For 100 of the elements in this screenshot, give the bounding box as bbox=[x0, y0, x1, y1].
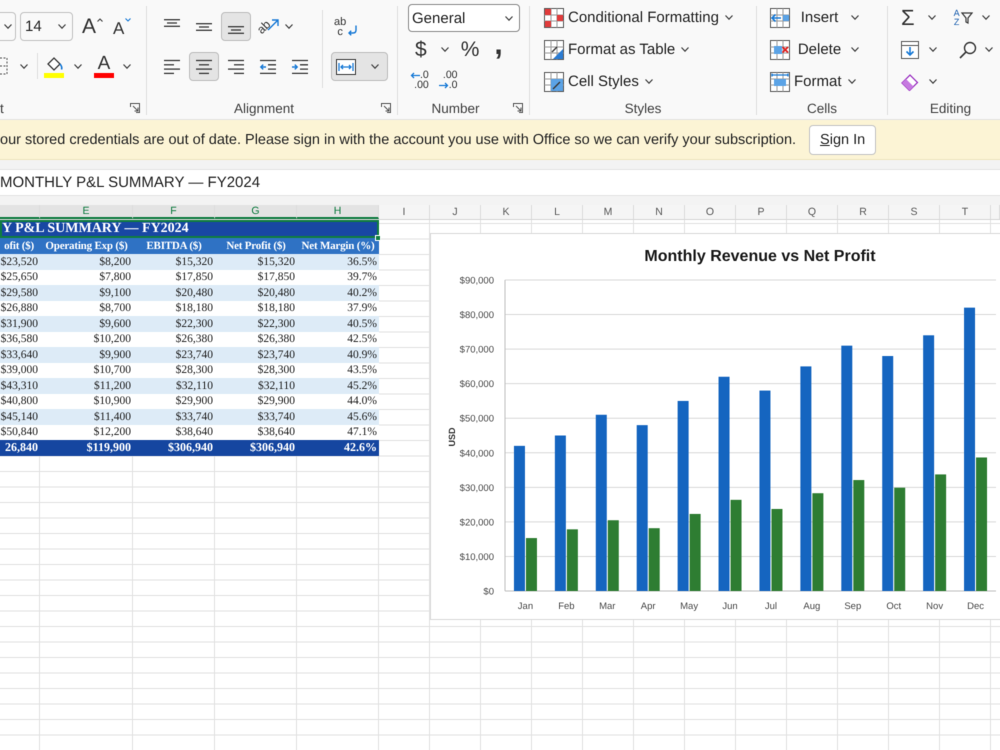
increase-decimal-button[interactable]: .00 .0 bbox=[438, 70, 458, 90]
axis-tick-label: $60,000 bbox=[460, 379, 494, 390]
table-cell: $7,800 bbox=[40, 270, 133, 285]
eraser-icon bbox=[901, 72, 919, 90]
table-cell: 39.7% bbox=[297, 270, 379, 285]
column-header[interactable]: Q bbox=[787, 205, 838, 219]
font-color-button[interactable]: A bbox=[94, 52, 131, 80]
group-label: t bbox=[0, 100, 4, 116]
currency-button[interactable]: $ bbox=[415, 38, 449, 60]
fill-handle[interactable] bbox=[375, 235, 381, 241]
align-center-icon bbox=[195, 58, 213, 74]
table-cell: $10,900 bbox=[40, 394, 133, 409]
table-cell: $33,640 bbox=[0, 347, 40, 362]
group-label: Alignment bbox=[232, 100, 296, 116]
sort-filter-button[interactable]: A Z bbox=[954, 8, 990, 26]
format-button[interactable]: Format bbox=[770, 67, 856, 96]
category-label: Nov bbox=[926, 601, 944, 612]
align-bottom-button[interactable] bbox=[221, 12, 251, 41]
category-label: May bbox=[680, 601, 698, 612]
grow-font-button[interactable]: A bbox=[82, 12, 104, 41]
dialog-launcher-icon[interactable] bbox=[130, 103, 140, 113]
column-header[interactable]: P bbox=[736, 205, 787, 219]
borders-icon bbox=[0, 57, 8, 75]
group-label: Styles bbox=[624, 100, 662, 116]
category-label: Jan bbox=[518, 601, 534, 612]
column-header[interactable]: M bbox=[583, 205, 634, 219]
cell-styles-button[interactable]: Cell Styles bbox=[544, 67, 653, 96]
column-header[interactable]: K bbox=[481, 205, 532, 219]
table-cell: $31,900 bbox=[0, 316, 40, 332]
table-cell: $17,850 bbox=[133, 270, 215, 285]
table-cell: 40.9% bbox=[297, 347, 379, 362]
column-header[interactable]: N bbox=[634, 205, 685, 219]
comma-style-button[interactable]: , bbox=[494, 37, 503, 61]
shrink-font-button[interactable]: A bbox=[113, 12, 132, 41]
dialog-launcher-icon[interactable] bbox=[381, 103, 391, 113]
category-label: Sep bbox=[844, 601, 862, 612]
caret-icon bbox=[4, 24, 12, 29]
grid-cross-icon bbox=[770, 40, 790, 60]
column-header[interactable]: E bbox=[40, 205, 133, 219]
column-header[interactable]: G bbox=[215, 205, 297, 219]
font-name-dropdown[interactable] bbox=[0, 12, 16, 41]
merge-center-button[interactable] bbox=[331, 52, 388, 81]
table-cell: $23,740 bbox=[133, 347, 215, 362]
group-label: Editing bbox=[928, 100, 972, 116]
right-arrow-icon bbox=[438, 82, 449, 88]
axis-tick-label: $30,000 bbox=[460, 482, 494, 494]
table-button[interactable]: Format as Table bbox=[544, 35, 690, 64]
align-left-icon bbox=[163, 58, 181, 74]
table-cell: $18,180 bbox=[133, 300, 215, 316]
table-cell: $17,850 bbox=[215, 270, 297, 285]
category-label: Feb bbox=[558, 601, 575, 612]
column-header[interactable]: L bbox=[532, 205, 583, 219]
table-cell: 47.1% bbox=[297, 424, 379, 440]
column-header[interactable]: I bbox=[379, 205, 430, 219]
table-cell: $15,320 bbox=[215, 254, 297, 270]
search-icon bbox=[959, 40, 977, 58]
column-header[interactable]: S bbox=[889, 205, 940, 219]
category-label: Oct bbox=[886, 601, 902, 612]
orientation-button[interactable]: ab bbox=[255, 12, 294, 41]
table-cell: $9,900 bbox=[40, 347, 133, 362]
column-header[interactable]: O bbox=[685, 205, 736, 219]
delete-button[interactable]: Delete bbox=[770, 35, 859, 64]
find-button[interactable] bbox=[959, 40, 993, 58]
worksheet-grid[interactable] bbox=[0, 220, 1000, 750]
table-cell: $10,700 bbox=[40, 362, 133, 378]
clear-button[interactable] bbox=[901, 72, 937, 90]
caret-icon bbox=[851, 47, 859, 52]
column-header[interactable]: R bbox=[838, 205, 889, 219]
sign-in-button[interactable]: Sign In bbox=[809, 124, 876, 154]
caret-icon bbox=[929, 47, 937, 52]
merge-cells-icon bbox=[336, 58, 356, 74]
column-header[interactable]: J bbox=[430, 205, 481, 219]
align-center-button[interactable] bbox=[189, 52, 219, 81]
decrease-decimal-button[interactable]: .0 .00 bbox=[410, 70, 429, 90]
table-cell: $29,580 bbox=[0, 285, 40, 300]
formula-bar[interactable]: MONTHLY P&L SUMMARY — FY2024 bbox=[0, 169, 1000, 196]
table-cell: $39,000 bbox=[0, 362, 40, 378]
column-header[interactable]: H bbox=[297, 205, 379, 219]
align-middle-icon bbox=[195, 22, 213, 30]
table-cell: $32,110 bbox=[133, 378, 215, 394]
autosum-button[interactable]: Σ bbox=[901, 6, 936, 28]
fill-down-button[interactable] bbox=[901, 40, 937, 58]
column-header[interactable]: T bbox=[940, 205, 991, 219]
caret-up-icon bbox=[97, 18, 104, 22]
column-header[interactable]: F bbox=[133, 205, 215, 219]
return-arrow-icon bbox=[347, 25, 358, 36]
table-cell: $20,480 bbox=[215, 285, 297, 300]
caret-icon bbox=[724, 15, 733, 20]
table-title[interactable]: Y P&L SUMMARY — FY2024 bbox=[0, 220, 379, 238]
insert-button[interactable]: Insert bbox=[770, 3, 859, 32]
column-header[interactable] bbox=[0, 205, 40, 219]
axis-title: USD bbox=[447, 428, 457, 446]
conditional-button[interactable]: Conditional Formatting bbox=[544, 3, 733, 32]
table-cell: 36.5% bbox=[297, 254, 379, 270]
dialog-launcher-icon[interactable] bbox=[513, 103, 523, 113]
caret-icon bbox=[371, 64, 379, 69]
font-size-dropdown[interactable]: 14 bbox=[20, 12, 73, 41]
number-format-dropdown[interactable]: General bbox=[408, 4, 520, 32]
percent-button[interactable]: % bbox=[460, 38, 480, 60]
wrap-text-button[interactable]: ab c bbox=[334, 12, 358, 41]
